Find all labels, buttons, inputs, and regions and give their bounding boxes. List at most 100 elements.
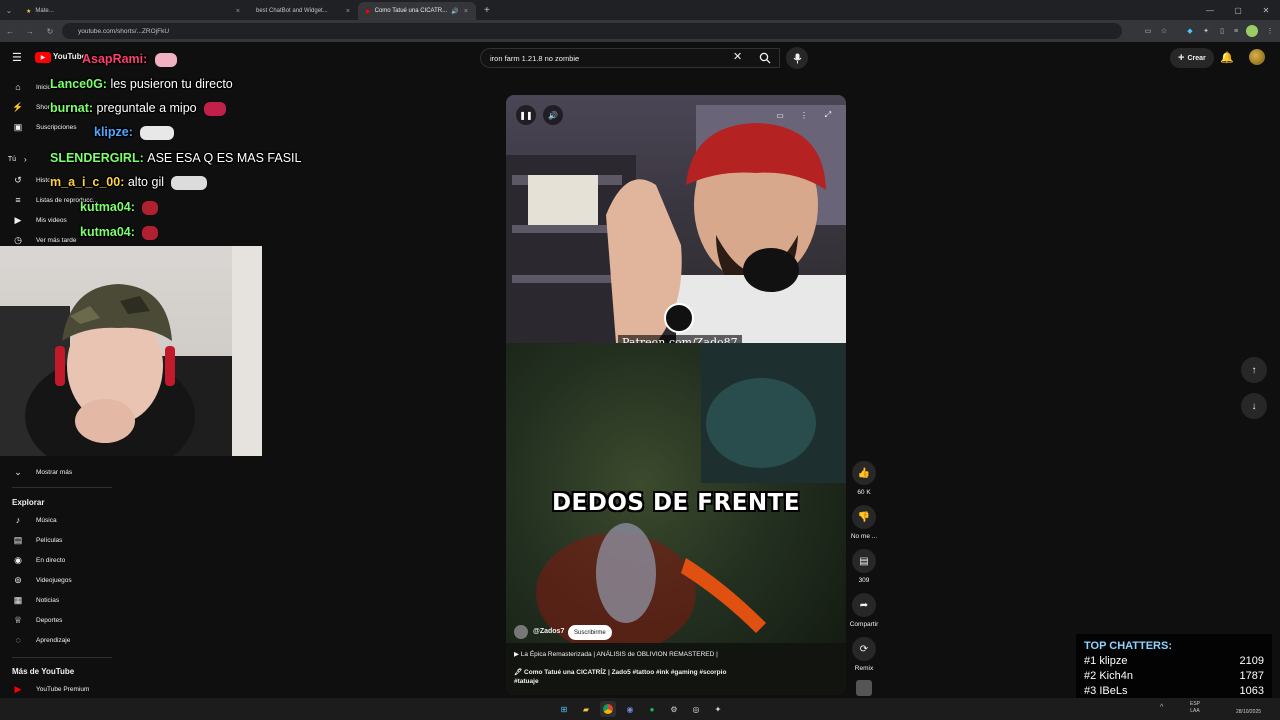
tab-label: best ChatBot and Widget...: [256, 8, 328, 14]
sidebar-item-music[interactable]: ♪ Música: [0, 510, 115, 530]
youtube-logo-icon[interactable]: ▶: [35, 52, 51, 63]
like-count: 60 K: [857, 489, 871, 496]
windows-start-icon[interactable]: ⊞: [556, 701, 572, 717]
media-icon[interactable]: ≡: [1230, 25, 1242, 37]
comment-icon: ▤: [852, 549, 876, 573]
sidebar-item-learning[interactable]: ◌ Aprendizaje: [0, 630, 115, 650]
top-chatters-title: TOP CHATTERS:: [1084, 640, 1173, 652]
url-bar[interactable]: youtube.com/shorts/...ZROjFkU: [62, 23, 1122, 39]
emote-icon: [142, 200, 159, 215]
url-text: youtube.com/shorts/...ZROjFkU: [78, 27, 170, 35]
remix-button[interactable]: ⟳ Remix: [850, 637, 878, 672]
cast-icon[interactable]: ▭: [1142, 25, 1154, 37]
sound-thumbnail[interactable]: [856, 680, 872, 696]
next-short-button[interactable]: ↓: [1241, 393, 1267, 419]
channel-name[interactable]: @Zados7: [533, 628, 564, 635]
emote-icon: [204, 101, 227, 116]
chatter-row: #3 IBeLs 1063: [1084, 685, 1264, 697]
tab-3-active[interactable]: ▶ Como Tatué una CICATR... 🔊 ×: [358, 2, 476, 20]
tab-1[interactable]: ★ Mate... ×: [18, 2, 248, 20]
close-tab-icon[interactable]: ×: [236, 8, 240, 15]
video-icon: ▶: [14, 214, 22, 225]
reload-icon[interactable]: ↻: [40, 20, 60, 42]
audio-playing-icon[interactable]: 🔊: [451, 8, 458, 15]
back-icon[interactable]: ←: [0, 20, 20, 42]
new-tab-button[interactable]: +: [484, 5, 490, 16]
chatter-row: #1 klipze 2109: [1084, 655, 1264, 667]
search-button[interactable]: [750, 48, 780, 68]
tab-menu-icon[interactable]: ⌄: [0, 0, 18, 21]
dislike-button[interactable]: 👎 No me ...: [847, 505, 881, 540]
extensions-puzzle-icon[interactable]: ✦: [1200, 25, 1212, 37]
create-button[interactable]: + Crear: [1170, 48, 1214, 68]
sidebar-item-premium[interactable]: ▶ YouTube Premium: [0, 679, 115, 699]
previous-short-button[interactable]: ↑: [1241, 357, 1267, 383]
playlist-icon: ≡: [15, 195, 21, 205]
share-button[interactable]: ➦ Compartir: [847, 593, 881, 628]
more-options-icon[interactable]: ⋮: [794, 105, 814, 125]
video-frame-bottom: [506, 343, 846, 695]
obs-icon[interactable]: ◎: [688, 701, 704, 717]
spotify-icon[interactable]: ●: [644, 701, 660, 717]
sidebar-item-gaming[interactable]: ⊚ Videojuegos: [0, 570, 115, 590]
more-menu-icon[interactable]: ⋮: [1264, 25, 1276, 37]
close-tab-icon[interactable]: ×: [346, 8, 350, 15]
bookmark-star-icon[interactable]: ☆: [1158, 25, 1170, 37]
tray-chevron-icon[interactable]: ^: [1160, 704, 1163, 711]
emote-icon: [171, 175, 208, 190]
file-explorer-icon[interactable]: ▰: [578, 701, 594, 717]
news-icon: ▦: [13, 594, 23, 605]
notifications-bell-icon[interactable]: 🔔: [1220, 51, 1234, 64]
plus-icon: +: [1178, 52, 1185, 64]
forward-icon[interactable]: →: [20, 20, 40, 42]
close-window-icon[interactable]: ✕: [1252, 0, 1280, 20]
microphone-icon: [793, 53, 801, 63]
fullscreen-icon[interactable]: ⤢: [818, 105, 838, 125]
clear-search-icon[interactable]: ✕: [733, 50, 742, 63]
sidebar-item-label: Música: [36, 516, 57, 524]
app-icon[interactable]: ✦: [710, 701, 726, 717]
tab-label: Como Tatué una CICATR...: [374, 8, 448, 14]
arrow-down-icon: ↓: [1251, 400, 1257, 412]
chat-text: ASE ESA Q ES MAS FASIL: [147, 151, 302, 165]
like-button[interactable]: 👍 60 K: [850, 461, 878, 496]
chatter-rank: #3: [1084, 685, 1097, 697]
show-more-button[interactable]: ⌄ Mostrar más: [0, 462, 115, 482]
extension-icon[interactable]: ◆: [1184, 25, 1196, 37]
language-indicator[interactable]: ESP LAA: [1190, 701, 1200, 715]
chatter-name: #2 Kich4n: [1084, 670, 1133, 682]
chatter-username: Kich4n: [1099, 670, 1133, 682]
maximize-icon[interactable]: ▢: [1224, 0, 1252, 20]
minimize-icon[interactable]: —: [1196, 0, 1224, 20]
discord-icon[interactable]: ◉: [622, 701, 638, 717]
sidebar-item-news[interactable]: ▦ Noticias: [0, 590, 115, 610]
sidebar-item-movies[interactable]: ▤ Películas: [0, 530, 115, 550]
tab-2[interactable]: best ChatBot and Widget... ×: [248, 2, 358, 20]
channel-avatar[interactable]: [514, 625, 528, 639]
browser-tab-bar: ⌄ ★ Mate... × best ChatBot and Widget...…: [0, 0, 1280, 20]
sidebar-icon[interactable]: ▯: [1216, 25, 1228, 37]
account-avatar[interactable]: [1249, 49, 1265, 65]
volume-button[interactable]: 🔊: [543, 105, 563, 125]
profile-avatar-icon[interactable]: [1246, 25, 1258, 37]
hamburger-menu-icon[interactable]: ☰: [12, 51, 22, 64]
video-caption-overlay: DEDOS DE FRENTE: [551, 490, 801, 516]
lang-code: ESP: [1190, 701, 1201, 707]
youtube-icon: ▶: [14, 683, 22, 694]
chatter-name: #3 IBeLs: [1084, 685, 1127, 697]
subscribe-button[interactable]: Suscribirme: [568, 625, 612, 640]
sidebar-item-sports[interactable]: ♕ Deportes: [0, 610, 115, 630]
voice-search-button[interactable]: [786, 47, 808, 69]
comments-button[interactable]: ▤ 309: [850, 549, 878, 584]
lang-layout: LAA: [1190, 708, 1200, 714]
chrome-icon[interactable]: [600, 701, 616, 717]
short-title: 🖋 Como Tatué una CICATRÍZ | Zado5 #tatto…: [514, 668, 840, 676]
steam-icon[interactable]: ⚙: [666, 701, 682, 717]
pause-button[interactable]: ❚❚: [516, 105, 536, 125]
short-video-player[interactable]: ❚❚ 🔊 ▭ ⋮ ⤢ Patreon.com/Zado87 DEDOS DE F…: [506, 95, 846, 695]
playlist-link[interactable]: ▶ La Épica Remasterizada | ANÁLISIS de O…: [514, 650, 718, 658]
emote-icon: [142, 225, 159, 240]
close-tab-icon[interactable]: ×: [464, 8, 468, 15]
captions-icon[interactable]: ▭: [770, 105, 790, 125]
sidebar-item-live[interactable]: ◉ En directo: [0, 550, 115, 570]
